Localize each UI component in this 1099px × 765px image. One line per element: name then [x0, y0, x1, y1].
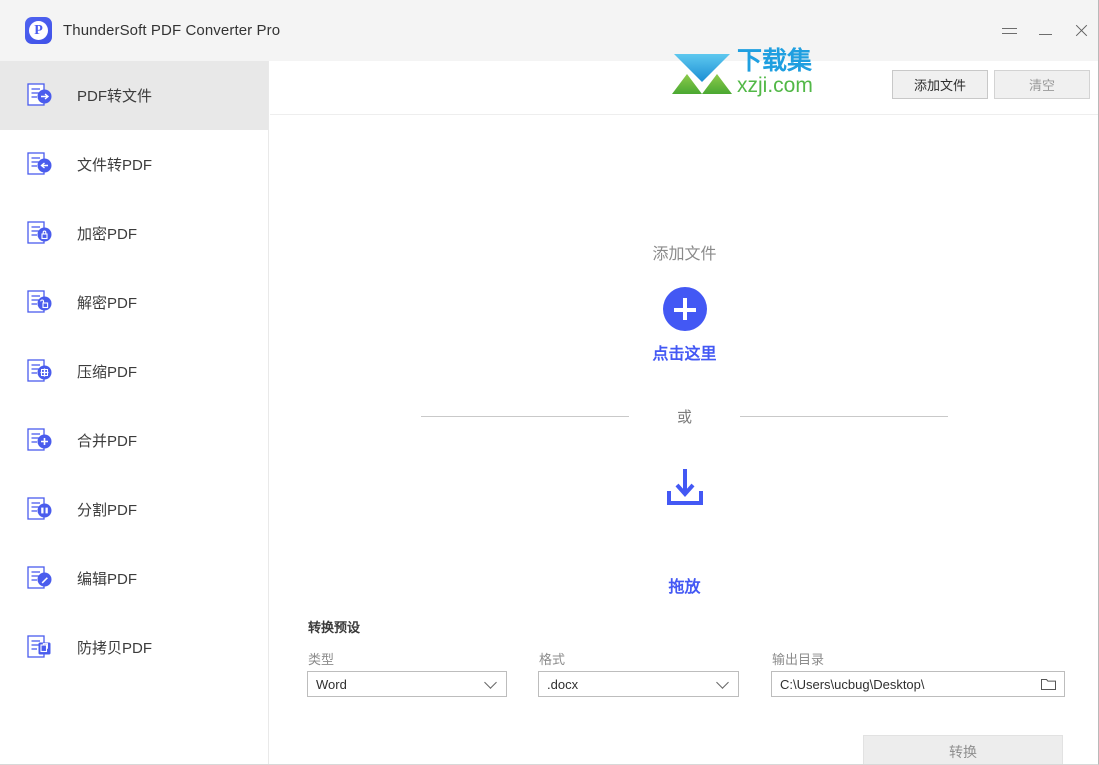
sidebar-item-label: 分割PDF — [77, 502, 138, 519]
output-dir-value: C:\Users\ucbug\Desktop\ — [780, 676, 925, 692]
add-files-button[interactable]: 添加文件 — [892, 70, 988, 99]
folder-icon[interactable] — [1041, 678, 1056, 690]
output-dir-label: 输出目录 — [772, 652, 825, 667]
chevron-down-icon — [716, 675, 729, 689]
drop-download-icon — [664, 467, 706, 511]
application-window: P ThunderSoft PDF Converter Pro PDF转文件 文… — [0, 0, 1099, 765]
app-logo-letter: P — [29, 21, 48, 40]
format-label: 格式 — [539, 652, 566, 667]
watermark-logo: 下载集 xzji.com — [670, 49, 813, 96]
sidebar-item-label: 文件转PDF — [77, 157, 153, 174]
type-label: 类型 — [308, 652, 335, 667]
menu-icon — [1001, 24, 1017, 38]
doc-split-icon — [25, 495, 55, 525]
drop-label: 拖放 — [668, 579, 701, 596]
doc-lock-icon — [25, 219, 55, 249]
close-icon — [1074, 24, 1088, 38]
dropzone-add-title: 添加文件 — [652, 246, 717, 263]
type-select-value: Word — [316, 676, 347, 692]
clear-button[interactable]: 清空 — [994, 70, 1090, 99]
sidebar-item-decrypt-pdf[interactable]: 解密PDF — [0, 268, 268, 337]
click-here-label[interactable]: 点击这里 — [270, 340, 1098, 364]
sidebar-item-pdf-to-file[interactable]: PDF转文件 — [0, 61, 268, 130]
watermark-mark-icon — [670, 52, 734, 96]
window-controls — [991, 0, 1098, 61]
title-bar: P ThunderSoft PDF Converter Pro — [0, 0, 1098, 61]
app-logo-icon: P — [25, 17, 52, 44]
sidebar-item-label: 加密PDF — [77, 226, 138, 243]
sidebar: PDF转文件 文件转PDF 加密PDF 解密PDF 压缩PDF 合并PDF 分割… — [0, 61, 269, 764]
watermark-en-text: xzji.com — [737, 74, 813, 97]
format-select[interactable]: .docx — [538, 671, 739, 697]
sidebar-item-copyguard-pdf[interactable]: 防拷贝PDF — [0, 613, 268, 682]
menu-button[interactable] — [991, 11, 1027, 51]
doc-arrow-right-icon — [25, 81, 55, 111]
doc-arrow-left-icon — [25, 150, 55, 180]
doc-plus-icon — [25, 426, 55, 456]
main-panel: 下载集 xzji.com 添加文件 清空 添加文件 点击这里 或 拖放 转换预设… — [270, 49, 1098, 764]
sidebar-item-compress-pdf[interactable]: 压缩PDF — [0, 337, 268, 406]
sidebar-item-label: 防拷贝PDF — [77, 640, 153, 657]
or-separator: 或 — [270, 406, 1098, 427]
close-button[interactable] — [1063, 11, 1098, 51]
type-select[interactable]: Word — [307, 671, 507, 697]
doc-copyguard-icon — [25, 633, 55, 663]
window-title: ThunderSoft PDF Converter Pro — [63, 22, 281, 39]
sidebar-item-label: 压缩PDF — [77, 364, 138, 381]
watermark-cn-text: 下载集 — [737, 47, 813, 75]
main-header: 下载集 xzji.com 添加文件 清空 — [270, 49, 1098, 115]
chevron-down-icon — [484, 675, 497, 689]
watermark-text: 下载集 xzji.com — [737, 47, 813, 97]
minimize-icon — [1038, 33, 1052, 35]
sidebar-item-split-pdf[interactable]: 分割PDF — [0, 475, 268, 544]
file-dropzone[interactable]: 添加文件 点击这里 或 拖放 — [270, 115, 1098, 615]
separator-line-right — [740, 416, 948, 417]
header-buttons: 添加文件 清空 — [892, 70, 1090, 99]
format-select-value: .docx — [547, 676, 579, 692]
sidebar-item-merge-pdf[interactable]: 合并PDF — [0, 406, 268, 475]
convert-button[interactable]: 转换 — [863, 735, 1063, 764]
preset-title: 转换预设 — [308, 620, 361, 635]
sidebar-item-encrypt-pdf[interactable]: 加密PDF — [0, 199, 268, 268]
add-file-plus-icon[interactable] — [662, 287, 707, 331]
sidebar-item-label: PDF转文件 — [77, 88, 153, 105]
sidebar-item-label: 合并PDF — [77, 433, 138, 450]
output-dir-field[interactable]: C:\Users\ucbug\Desktop\ — [771, 671, 1065, 697]
sidebar-item-label: 编辑PDF — [77, 571, 138, 588]
or-label: 或 — [676, 409, 692, 426]
minimize-button[interactable] — [1027, 11, 1063, 51]
doc-compress-icon — [25, 357, 55, 387]
sidebar-item-file-to-pdf[interactable]: 文件转PDF — [0, 130, 268, 199]
sidebar-item-edit-pdf[interactable]: 编辑PDF — [0, 544, 268, 613]
separator-line-left — [420, 416, 629, 417]
sidebar-item-label: 解密PDF — [77, 295, 138, 312]
doc-unlock-icon — [25, 288, 55, 318]
doc-edit-icon — [25, 564, 55, 594]
